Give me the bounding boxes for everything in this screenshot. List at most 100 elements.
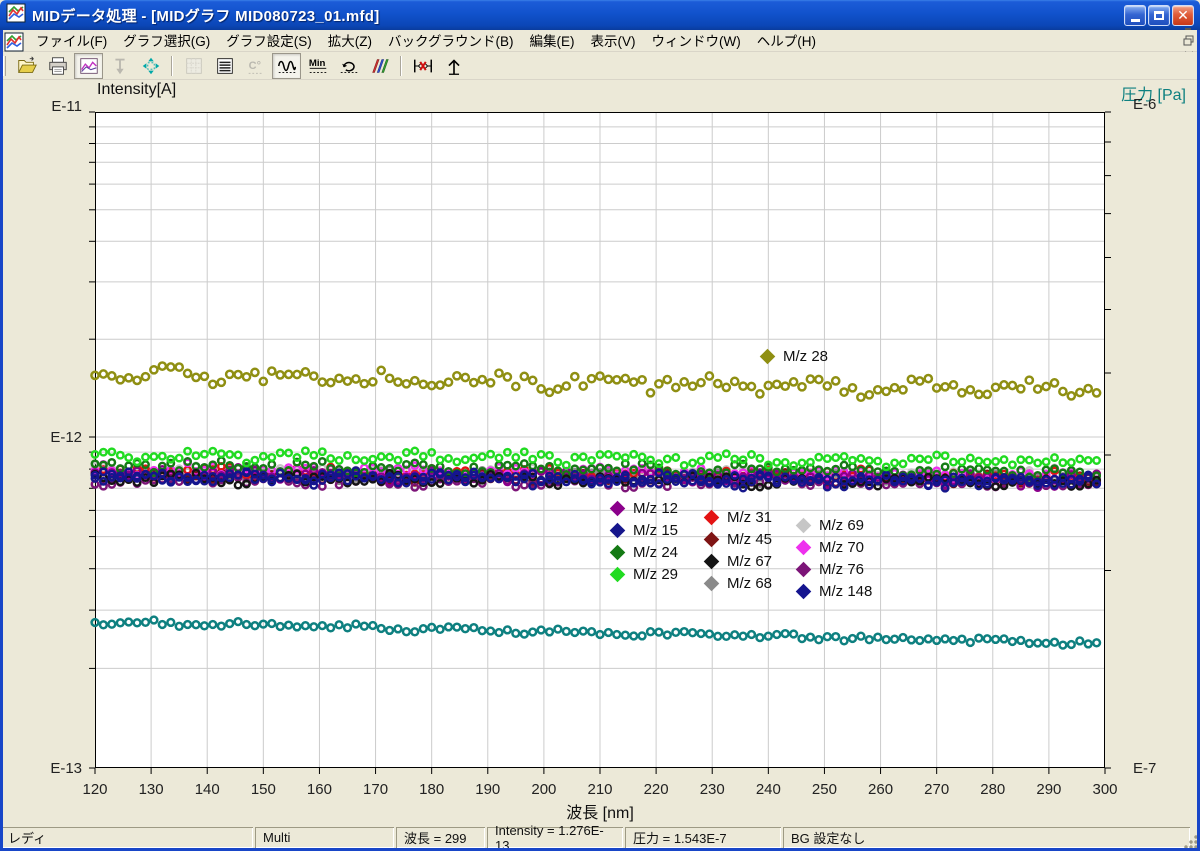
zoom-fit-button[interactable] [136,53,165,79]
title-bar[interactable]: MIDデータ処理 - [MIDグラフ MID080723_01.mfd] ✕ [0,0,1200,30]
temperature-button: C° [241,53,270,79]
mz28-diamond-marker [760,349,776,365]
legend-item: M/z 45 [706,528,772,550]
menu-item-1[interactable]: グラフ選択(G) [115,32,218,51]
legend-item: M/z 67 [706,550,772,572]
menu-item-0[interactable]: ファイル(F) [28,32,115,51]
left-axis-tick-label: E-11 [20,98,82,115]
svg-text:160: 160 [307,781,332,798]
left-axis-tick-label: E-12 [20,429,82,446]
legend-label: M/z 69 [819,517,864,534]
left-axis-title: Intensity[A] [97,81,176,99]
toolbar-grip[interactable] [3,56,6,76]
legend-item: M/z 12 [612,497,678,519]
svg-text:170: 170 [363,781,388,798]
status-bg-setting: BG 設定なし [783,827,1190,848]
legend-column: M/z 69M/z 70M/z 76M/z 148 [798,514,872,602]
status-bar: レディMulti波長 = 299Intensity = 1.276E-13圧力 … [0,827,1200,848]
svg-text:280: 280 [980,781,1005,798]
legend-diamond-marker [796,583,812,599]
legend-item: M/z 31 [706,506,772,528]
legend-label: M/z 24 [633,544,678,561]
chart-window: Intensity[A] 圧力 [Pa] E-11E-12E-13 E-6E-7… [0,80,1200,827]
menu-item-2[interactable]: グラフ設定(S) [218,32,320,51]
grid-toggle-button [179,53,208,79]
min-scale-button[interactable]: Min [303,53,332,79]
legend-diamond-marker [704,531,720,547]
legend-diamond-marker [704,509,720,525]
export-top-button[interactable] [439,53,468,79]
chart-plot-area[interactable]: 1201301401501601701801902002102202302402… [95,112,1105,768]
resize-grip[interactable] [1184,835,1198,849]
app-window: MIDデータ処理 - [MIDグラフ MID080723_01.mfd] ✕ フ… [0,0,1200,851]
legend-diamond-marker [796,561,812,577]
legend-diamond-marker [704,553,720,569]
delete-range-button[interactable] [408,53,437,79]
smoothing-wave-button[interactable] [272,53,301,79]
svg-text:140: 140 [195,781,220,798]
legend-label: M/z 31 [727,509,772,526]
app-icon [6,3,26,28]
legend-label: M/z 45 [727,531,772,548]
svg-text:260: 260 [868,781,893,798]
legend-diamond-marker [610,566,626,582]
svg-text:240: 240 [756,781,781,798]
svg-text:波長 [nm]: 波長 [nm] [566,804,634,822]
svg-text:120: 120 [82,781,107,798]
toolbar: C° Min [0,52,1200,80]
menu-item-6[interactable]: 表示(V) [582,32,643,51]
marker-drop-button [105,53,134,79]
legend-item: M/z 29 [612,563,678,585]
status-intensity: Intensity = 1.276E-13 [487,827,623,848]
svg-text:210: 210 [587,781,612,798]
svg-text:180: 180 [419,781,444,798]
legend-diamond-marker [610,522,626,538]
data-list-button[interactable] [210,53,239,79]
minimize-button[interactable] [1124,5,1146,26]
mdi-restore-button[interactable] [1180,33,1197,48]
legend-label: M/z 67 [727,553,772,570]
toolbar-separator [400,56,402,76]
print-button[interactable] [43,53,72,79]
window-title: MIDデータ処理 - [MIDグラフ MID080723_01.mfd] [32,5,380,26]
multi-graph-button[interactable] [365,53,394,79]
legend-diamond-marker [610,500,626,516]
svg-text:220: 220 [644,781,669,798]
toolbar-separator [171,56,173,76]
svg-text:270: 270 [924,781,949,798]
status-pressure: 圧力 = 1.543E-7 [625,827,781,848]
open-file-button[interactable] [12,53,41,79]
svg-text:300: 300 [1092,781,1117,798]
revert-scale-button[interactable] [334,53,363,79]
menu-item-5[interactable]: 編集(E) [521,32,582,51]
series-label-mz28: M/z 28 [762,348,828,365]
menu-item-4[interactable]: バックグラウンド(B) [380,32,521,51]
legend-label: M/z 68 [727,575,772,592]
status-ready: レディ [0,827,253,848]
legend-item: M/z 15 [612,519,678,541]
svg-text:200: 200 [531,781,556,798]
status-mode: Multi [255,827,394,848]
svg-text:190: 190 [475,781,500,798]
maximize-button[interactable] [1148,5,1170,26]
svg-text:250: 250 [812,781,837,798]
menu-item-3[interactable]: 拡大(Z) [320,32,380,51]
legend-diamond-marker [704,575,720,591]
legend-item: M/z 69 [798,514,872,536]
svg-text:290: 290 [1036,781,1061,798]
window-border-left [0,30,3,851]
legend-label: M/z 15 [633,522,678,539]
legend-item: M/z 70 [798,536,872,558]
legend-item: M/z 24 [612,541,678,563]
svg-text:C°: C° [248,59,260,71]
legend-item: M/z 148 [798,580,872,602]
menu-item-7[interactable]: ウィンドウ(W) [643,32,748,51]
legend-column: M/z 31 M/z 45 M/z 67 M/z 68 [706,506,772,594]
right-axis-tick-label: E-7 [1133,760,1156,777]
graph-display-button[interactable] [74,53,103,79]
mdi-minimize-button[interactable] [1180,18,1197,33]
document-icon [4,32,22,50]
menu-item-8[interactable]: ヘルプ(H) [749,32,824,51]
legend-diamond-marker [796,517,812,533]
legend-diamond-marker [610,544,626,560]
